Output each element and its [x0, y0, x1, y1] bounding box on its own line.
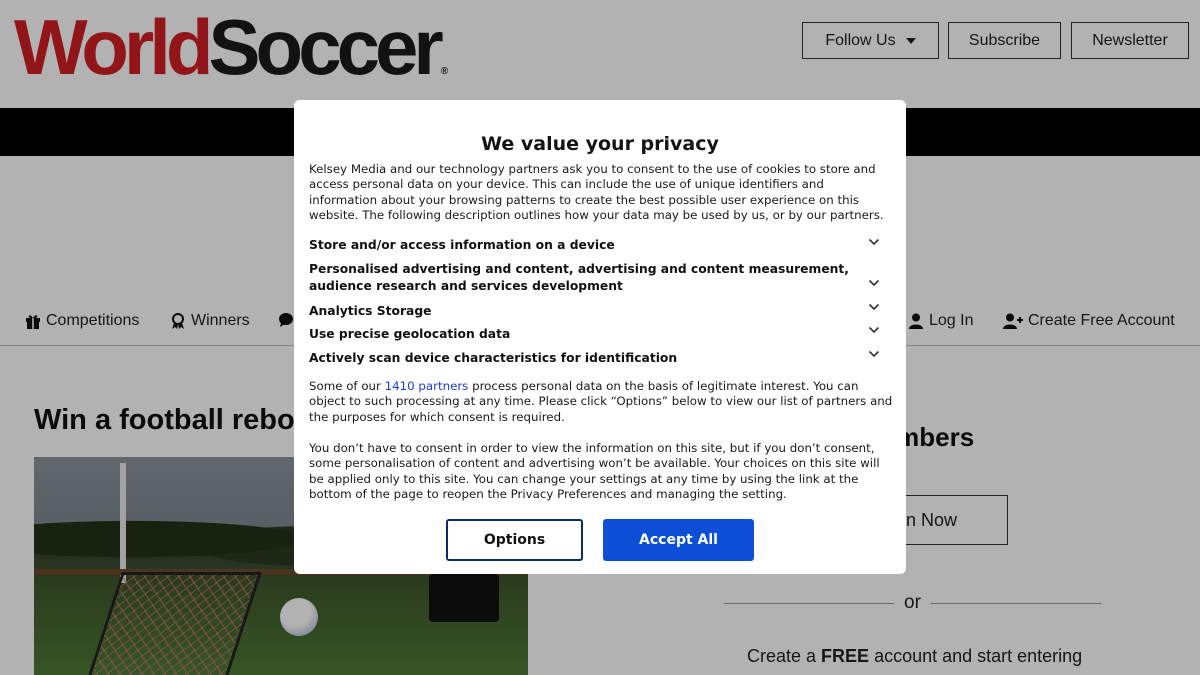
purpose-geolocation[interactable]: Use precise geolocation data: [309, 326, 889, 343]
chevron-down-icon[interactable]: [868, 324, 880, 336]
purpose-label: Store and/or access information on a dev…: [309, 238, 615, 252]
privacy-consent-dialog: We value your privacy Kelsey Media and o…: [294, 100, 906, 574]
purpose-personalised-advertising[interactable]: Personalised advertising and content, ad…: [309, 261, 854, 295]
purpose-device-scan[interactable]: Actively scan device characteristics for…: [309, 350, 889, 367]
legitimate-interest-text: Some of our 1410 partners process person…: [309, 379, 893, 425]
consent-intro: Kelsey Media and our technology partners…: [309, 162, 884, 223]
chevron-down-icon[interactable]: [868, 277, 880, 289]
purpose-label: Use precise geolocation data: [309, 327, 511, 341]
options-button[interactable]: Options: [446, 519, 583, 561]
dialog-title: We value your privacy: [481, 133, 719, 155]
partners-link[interactable]: 1410 partners: [385, 379, 469, 393]
legit-text-pre: Some of our: [309, 379, 385, 393]
chevron-down-icon[interactable]: [868, 348, 880, 360]
no-consent-text: You don’t have to consent in order to vi…: [309, 441, 880, 502]
purpose-store-access[interactable]: Store and/or access information on a dev…: [309, 237, 889, 254]
chevron-down-icon[interactable]: [868, 301, 880, 313]
chevron-down-icon[interactable]: [868, 236, 880, 248]
accept-all-button[interactable]: Accept All: [603, 519, 754, 561]
purpose-label: Personalised advertising and content, ad…: [309, 262, 849, 293]
purpose-label: Analytics Storage: [309, 304, 432, 318]
purpose-label: Actively scan device characteristics for…: [309, 351, 678, 365]
purpose-analytics-storage[interactable]: Analytics Storage: [309, 303, 889, 320]
